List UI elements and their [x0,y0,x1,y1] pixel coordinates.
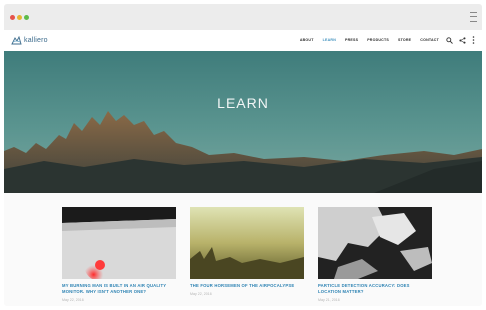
logo-text: kalliero [24,37,48,44]
article-date: May 22, 2016 [190,292,212,296]
browser-toolbar [4,4,482,30]
article-card[interactable]: MY BURNING MAN IS BUILT IN AN AIR QUALIT… [62,207,176,302]
nav-link-about[interactable]: ABOUT [300,37,314,43]
article-title[interactable]: PARTICLE DETECTION ACCURACY: DOES LOCATI… [318,283,432,295]
nav-link-learn[interactable]: LEARN [323,37,336,43]
more-vertical-icon[interactable] [472,36,475,44]
maximize-window-button[interactable] [24,15,29,20]
share-icon[interactable] [459,36,466,44]
article-thumbnail[interactable] [318,207,432,279]
minimize-window-button[interactable] [17,15,22,20]
article-date: May 21, 2016 [318,298,340,302]
browser-window: kalliero ABOUT LEARN PRESS PRODUCTS STOR… [4,4,482,306]
article-card[interactable]: PARTICLE DETECTION ACCURACY: DOES LOCATI… [318,207,432,302]
nav-links: ABOUT LEARN PRESS PRODUCTS STORE CONTACT [300,37,439,43]
site-logo[interactable]: kalliero [11,36,48,45]
article-card[interactable]: THE FOUR HORSEMEN OF THE AIRPOCALYPSE Ma… [190,207,304,296]
nav-icons [446,36,475,44]
article-thumbnail[interactable] [62,207,176,279]
browser-menu-icon[interactable] [470,12,477,22]
close-window-button[interactable] [10,15,15,20]
article-cards: MY BURNING MAN IS BUILT IN AN AIR QUALIT… [4,193,482,306]
hero-title: LEARN [217,95,269,111]
nav-link-products[interactable]: PRODUCTS [367,37,389,43]
nav-link-press[interactable]: PRESS [345,37,358,43]
article-title[interactable]: THE FOUR HORSEMEN OF THE AIRPOCALYPSE [190,283,304,289]
nav-link-contact[interactable]: CONTACT [420,37,439,43]
search-icon[interactable] [446,36,453,44]
article-title[interactable]: MY BURNING MAN IS BUILT IN AN AIR QUALIT… [62,283,176,295]
mountain-landscape-image [4,51,482,193]
site-navbar: kalliero ABOUT LEARN PRESS PRODUCTS STOR… [4,30,482,52]
nav-link-store[interactable]: STORE [398,37,411,43]
logo-icon [11,36,22,45]
hero-banner: LEARN [4,51,482,193]
article-thumbnail[interactable] [190,207,304,279]
article-date: May 22, 2016 [62,298,84,302]
